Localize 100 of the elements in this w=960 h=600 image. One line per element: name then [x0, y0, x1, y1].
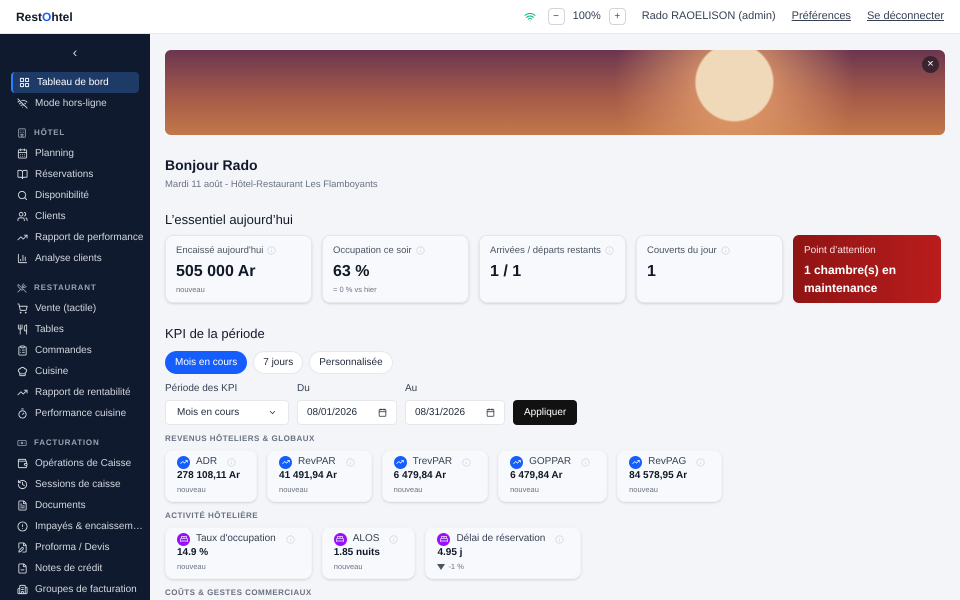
- kpi-value: 14.9 %: [177, 546, 210, 560]
- sidebar-item[interactable]: Vente (tactile): [11, 298, 139, 320]
- bed-icon: [177, 532, 190, 546]
- kpi-label: ALOS: [352, 532, 380, 546]
- period-tab[interactable]: Personnalisée: [309, 351, 393, 374]
- period-select[interactable]: Mois en cours: [165, 400, 289, 426]
- zoom-level: 100%: [572, 9, 601, 24]
- trend-icon: [510, 456, 524, 469]
- sidebar-item[interactable]: Opérations de Caisse: [11, 453, 139, 474]
- sidebar-item[interactable]: Proforma / Devis: [11, 537, 139, 558]
- kpi-label: Taux d'occupation: [196, 532, 276, 546]
- sidebar-item[interactable]: Mode hors-ligne: [11, 92, 139, 114]
- timer-icon: [17, 408, 28, 419]
- info-icon: [696, 458, 706, 467]
- header-link[interactable]: Préférences: [792, 8, 851, 25]
- card-value: 1: [647, 262, 657, 282]
- group-title: ACTIVITÉ HÔTELIÈRE: [165, 510, 260, 522]
- card-label: Encaissé aujourd'hui: [176, 244, 264, 258]
- card-value: 505 000 Ar: [176, 262, 256, 282]
- collapse-button[interactable]: ‹: [65, 44, 85, 60]
- search-icon: [17, 190, 28, 201]
- wifi-off-icon: [17, 98, 28, 109]
- kpi-label: TrevPAR: [412, 455, 452, 470]
- sidebar-item[interactable]: Sessions de caisse: [11, 474, 139, 496]
- cart-icon: [17, 303, 28, 314]
- sidebar-item[interactable]: Documents: [11, 495, 139, 516]
- sidebar-section-title: FACTURATION: [34, 437, 100, 450]
- trend-icon: [279, 456, 292, 469]
- info-icon: [604, 246, 614, 256]
- close-button[interactable]: ×: [922, 56, 939, 73]
- sidebar-section-title: RESTAURANT: [34, 282, 97, 294]
- user-name: Rado RAOELISON (admin): [642, 9, 776, 24]
- trend-icon: [177, 456, 190, 469]
- chef-hat-icon: [17, 366, 28, 378]
- sidebar-item[interactable]: Rapport de rentabilité: [11, 382, 139, 403]
- info-icon: [462, 458, 472, 467]
- bed-icon: [437, 532, 450, 546]
- kpi-value: 41 491,94 Ar: [279, 469, 338, 484]
- trend-icon: [394, 456, 407, 469]
- sidebar-item[interactable]: Notes de crédit: [11, 558, 139, 580]
- card-value: 63 %: [333, 262, 370, 282]
- bed-icon: [334, 532, 347, 546]
- card-value: 1 / 1: [490, 262, 522, 282]
- zoom-in-button[interactable]: +: [608, 8, 626, 25]
- info-icon: [720, 246, 730, 256]
- header-link[interactable]: Se déconnecter: [866, 8, 944, 25]
- sidebar-item[interactable]: Impayés & encaissem…: [11, 516, 139, 538]
- zoom-out-button[interactable]: −: [548, 8, 565, 25]
- sidebar-item[interactable]: Disponibilité: [11, 184, 139, 206]
- sidebar-item[interactable]: Tables: [11, 319, 139, 340]
- info-icon: [227, 458, 236, 467]
- sidebar-item[interactable]: Performance cuisine: [11, 402, 139, 424]
- card-value: 1 chambre(s) en maintenance: [804, 262, 898, 297]
- grid-icon: [19, 76, 30, 88]
- sidebar-item[interactable]: Commandes: [11, 340, 139, 362]
- kpi-value: 6 479,84 Ar: [510, 469, 564, 484]
- info-icon: [555, 534, 564, 544]
- wallet-icon: [17, 458, 28, 470]
- period-tab[interactable]: 7 jours: [253, 351, 304, 374]
- building-icon: [17, 584, 28, 596]
- sidebar-item[interactable]: Groupes de facturation: [11, 579, 139, 600]
- card-label: Occupation ce soir: [333, 244, 412, 258]
- greeting-title: Bonjour Rado: [165, 156, 259, 175]
- kpi-value: 1.85 nuits: [334, 546, 381, 560]
- users-icon: [17, 210, 28, 222]
- document-minus-icon: [17, 563, 28, 574]
- sidebar-item[interactable]: Tableau de bord: [11, 72, 139, 93]
- kpi-label: RevPAG: [648, 455, 686, 470]
- date-field[interactable]: 08/31/2026: [405, 400, 505, 426]
- kpi-value: 278 108,11 Ar: [177, 469, 240, 484]
- trend-icon: [629, 456, 642, 469]
- sidebar-item[interactable]: Analyse clients: [11, 248, 139, 269]
- period-tab[interactable]: Mois en cours: [165, 351, 248, 374]
- info-icon: [416, 246, 425, 256]
- calendar-icon: [17, 148, 28, 160]
- card-label: Arrivées / départs restants: [490, 244, 601, 258]
- card-label: Couverts du jour: [647, 244, 717, 258]
- section-title: KPI de la période: [165, 324, 266, 343]
- info-icon: [581, 458, 590, 467]
- alert-icon: [17, 521, 28, 532]
- utensils-icon: [17, 282, 27, 293]
- date-field[interactable]: 08/01/2026: [297, 400, 397, 426]
- kpi-value: 6 479,84 Ar: [394, 469, 448, 484]
- info-icon: [267, 246, 276, 256]
- banknote-icon: [17, 438, 27, 448]
- sidebar-item[interactable]: Réservations: [11, 164, 139, 185]
- apply-button[interactable]: Appliquer: [513, 400, 578, 426]
- sidebar-item[interactable]: Clients: [11, 206, 139, 227]
- document-icon: [17, 500, 28, 512]
- sidebar-section-title: HÔTEL: [34, 126, 66, 139]
- history-icon: [17, 479, 28, 490]
- group-title: COÛTS & GESTES COMMERCIAUX: [165, 587, 313, 600]
- kpi-label: Délai de réservation: [456, 532, 546, 546]
- app-logo: RestOhtel: [16, 8, 73, 26]
- sidebar-item[interactable]: Cuisine: [11, 361, 139, 382]
- kpi-value: 4.95 j: [437, 546, 464, 560]
- greeting-subtitle: Mardi 11 août - Hôtel-Restaurant Les Flamboyants: [165, 178, 379, 192]
- info-icon: [286, 534, 295, 544]
- sidebar-item[interactable]: Planning: [11, 143, 139, 164]
- field-label: Période des KPI: [165, 382, 238, 396]
